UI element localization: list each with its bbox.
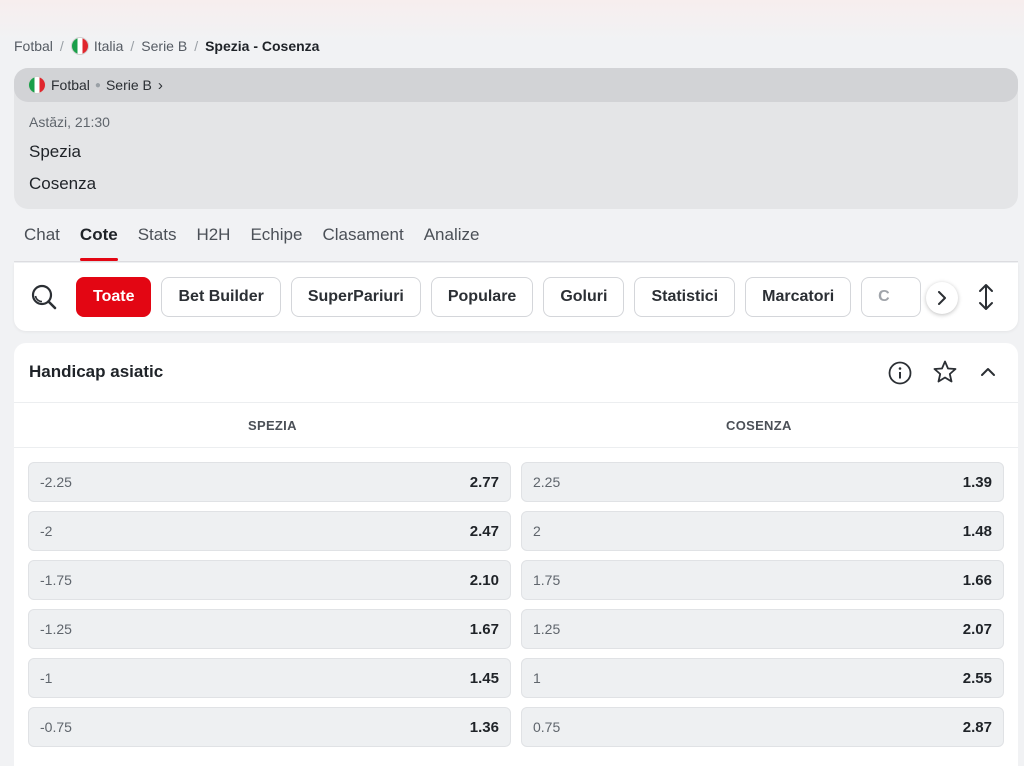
odds-grid: -2.25 2.77 2.25 1.39 -2 2.47 2 1.48 -1.75 2.10 1.7… [28, 462, 1004, 756]
home-odd-button[interactable]: -1.75 2.10 [28, 560, 511, 600]
star-icon[interactable] [932, 359, 958, 385]
dot-separator: ● [94, 79, 101, 91]
away-odd-button[interactable]: 1.75 1.66 [521, 560, 1004, 600]
away-odd-button[interactable]: 1.25 2.07 [521, 609, 1004, 649]
breadcrumb: Fotbal / Italia / Serie B / Spezia - Cos… [14, 37, 319, 55]
handicap-line: 1 [533, 670, 541, 686]
tab-echipe[interactable]: Echipe [250, 225, 302, 261]
tab-cote[interactable]: Cote [79, 225, 118, 261]
filter-chip-goluri[interactable]: Goluri [543, 277, 625, 317]
breadcrumb-separator: / [59, 38, 64, 54]
filter-chip-toate[interactable]: Toate [76, 277, 152, 317]
breadcrumb-italia[interactable]: Italia [94, 38, 124, 54]
breadcrumb-current: Spezia - Cosenza [205, 38, 320, 54]
away-team: Cosenza [29, 174, 97, 193]
chevron-right-icon: › [157, 76, 163, 94]
handicap-line: -1.25 [40, 621, 72, 637]
home-odd-button[interactable]: -2.25 2.77 [28, 462, 511, 502]
filter-chip-superpariuri[interactable]: SuperPariuri [290, 277, 421, 317]
odds-row: -2 2.47 2 1.48 [28, 511, 1004, 551]
breadcrumb-fotbal[interactable]: Fotbal [14, 38, 53, 54]
handicap-line: -2 [40, 523, 53, 539]
odd-value: 2.87 [962, 718, 992, 736]
chevron-right-icon [938, 291, 946, 305]
odd-value: 2.77 [469, 473, 499, 491]
market-card-asian-handicap: Handicap asiatic SPEZIA COSENZA -2.25 2.7… [14, 343, 1018, 766]
odds-row: -1 1.45 1 2.55 [28, 658, 1004, 698]
column-header-home: SPEZIA [248, 418, 297, 433]
odd-value: 1.36 [469, 718, 499, 736]
home-odd-button[interactable]: -1 1.45 [28, 658, 511, 698]
tab-stats[interactable]: Stats [138, 225, 177, 261]
divider [14, 447, 1018, 448]
odds-row: -0.75 1.36 0.75 2.87 [28, 707, 1004, 747]
odd-value: 1.39 [962, 473, 992, 491]
league-label: Serie B [105, 77, 152, 93]
tab-h2h[interactable]: H2H [196, 225, 230, 261]
odds-row: -1.75 2.10 1.75 1.66 [28, 560, 1004, 600]
away-odd-button[interactable]: 1 2.55 [521, 658, 1004, 698]
italy-flag-icon [28, 76, 46, 94]
league-link[interactable]: Fotbal ● Serie B › [14, 68, 1018, 102]
home-odd-button[interactable]: -1.25 1.67 [28, 609, 511, 649]
italy-flag-icon [70, 37, 89, 55]
odds-row: -1.25 1.67 1.25 2.07 [28, 609, 1004, 649]
filter-chip-bet-builder[interactable]: Bet Builder [161, 277, 281, 317]
odds-row: -2.25 2.77 2.25 1.39 [28, 462, 1004, 502]
search-icon[interactable] [30, 283, 58, 311]
away-odd-button[interactable]: 2.25 1.39 [521, 462, 1004, 502]
odd-value: 1.67 [469, 620, 499, 638]
handicap-line: 0.75 [533, 719, 561, 735]
away-odd-button[interactable]: 2 1.48 [521, 511, 1004, 551]
filter-chip-populare[interactable]: Populare [430, 277, 534, 317]
info-icon[interactable] [887, 360, 913, 386]
handicap-line: -1 [40, 670, 53, 686]
filter-chip-statistici[interactable]: Statistici [634, 277, 736, 317]
match-time: Astăzi, 21:30 [29, 114, 110, 130]
odd-value: 1.48 [962, 522, 992, 540]
odd-value: 2.10 [469, 571, 499, 589]
filter-chip-marcatori[interactable]: Marcatori [745, 277, 852, 317]
chevron-up-icon[interactable] [978, 362, 998, 382]
home-odd-button[interactable]: -2 2.47 [28, 511, 511, 551]
tab-analize[interactable]: Analize [424, 225, 480, 261]
filter-chip-partial[interactable]: C [861, 277, 922, 317]
sport-label: Fotbal [51, 77, 90, 93]
handicap-line: 1.25 [533, 621, 561, 637]
filter-chips: Toate Bet Builder SuperPariuri Populare … [76, 277, 964, 317]
odd-value: 1.45 [469, 669, 499, 687]
match-tabs: Chat Cote Stats H2H Echipe Clasament Ana… [24, 225, 479, 261]
column-header-away: COSENZA [726, 418, 792, 433]
handicap-line: 2 [533, 523, 541, 539]
odd-value: 1.66 [962, 571, 992, 589]
tab-clasament[interactable]: Clasament [322, 225, 403, 261]
handicap-line: 1.75 [533, 572, 561, 588]
handicap-line: -0.75 [40, 719, 72, 735]
scroll-right-button[interactable] [926, 282, 958, 314]
expand-vertical-icon[interactable] [977, 283, 995, 311]
home-team: Spezia [29, 142, 81, 161]
handicap-line: -1.75 [40, 572, 72, 588]
tab-chat[interactable]: Chat [24, 225, 60, 261]
market-title: Handicap asiatic [29, 362, 164, 381]
odd-value: 2.55 [962, 669, 992, 687]
odd-value: 2.47 [469, 522, 499, 540]
away-odd-button[interactable]: 0.75 2.87 [521, 707, 1004, 747]
divider [14, 402, 1018, 403]
breadcrumb-separator: / [194, 38, 199, 54]
tabs-divider [14, 261, 1018, 262]
breadcrumb-serie-b[interactable]: Serie B [141, 38, 187, 54]
breadcrumb-separator: / [130, 38, 135, 54]
odd-value: 2.07 [962, 620, 992, 638]
handicap-line: 2.25 [533, 474, 561, 490]
home-odd-button[interactable]: -0.75 1.36 [28, 707, 511, 747]
market-filter-bar: Toate Bet Builder SuperPariuri Populare … [14, 263, 1018, 331]
handicap-line: -2.25 [40, 474, 72, 490]
match-header-card: Fotbal ● Serie B › Astăzi, 21:30 Spezia … [14, 68, 1018, 209]
